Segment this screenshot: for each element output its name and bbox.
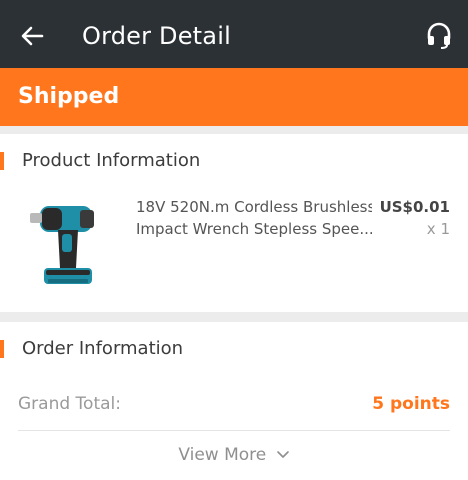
arrow-left-icon	[21, 26, 44, 46]
section-title: Product Information	[22, 150, 201, 171]
product-name-line-1: 18V 520N.m Cordless Brushless	[136, 198, 372, 216]
product-name-line-2: Impact Wrench Stepless Spee...	[136, 220, 372, 238]
order-information-card: Order Information Grand Total: 5 points …	[0, 322, 468, 480]
view-more-button[interactable]: View More	[0, 442, 468, 468]
headset-icon	[427, 22, 451, 49]
section-accent-bar	[0, 340, 4, 358]
section-header: Order Information	[0, 338, 468, 360]
product-quantity: x 1	[426, 220, 450, 238]
page-title: Order Detail	[82, 22, 231, 50]
back-button[interactable]	[16, 20, 48, 52]
product-price: US$0.01	[379, 198, 450, 216]
divider	[18, 430, 450, 431]
section-accent-bar	[0, 152, 4, 170]
grand-total-label: Grand Total:	[18, 394, 121, 414]
impact-wrench-image	[30, 206, 94, 284]
section-header: Product Information	[0, 150, 468, 172]
product-name[interactable]: 18V 520N.m Cordless Brushless Impact Wre…	[136, 196, 372, 240]
customer-support-button[interactable]	[424, 20, 454, 50]
product-information-card: Product Information 18V 520N.m Cordless …	[0, 134, 468, 312]
chevron-down-icon	[276, 451, 289, 458]
grand-total-value: 5 points	[372, 394, 450, 414]
section-title: Order Information	[22, 338, 184, 359]
view-more-label: View More	[178, 445, 267, 465]
product-image[interactable]	[18, 196, 118, 296]
order-status-banner: Shipped	[0, 68, 468, 126]
top-app-bar: Order Detail	[0, 0, 468, 68]
order-status: Shipped	[18, 84, 120, 109]
